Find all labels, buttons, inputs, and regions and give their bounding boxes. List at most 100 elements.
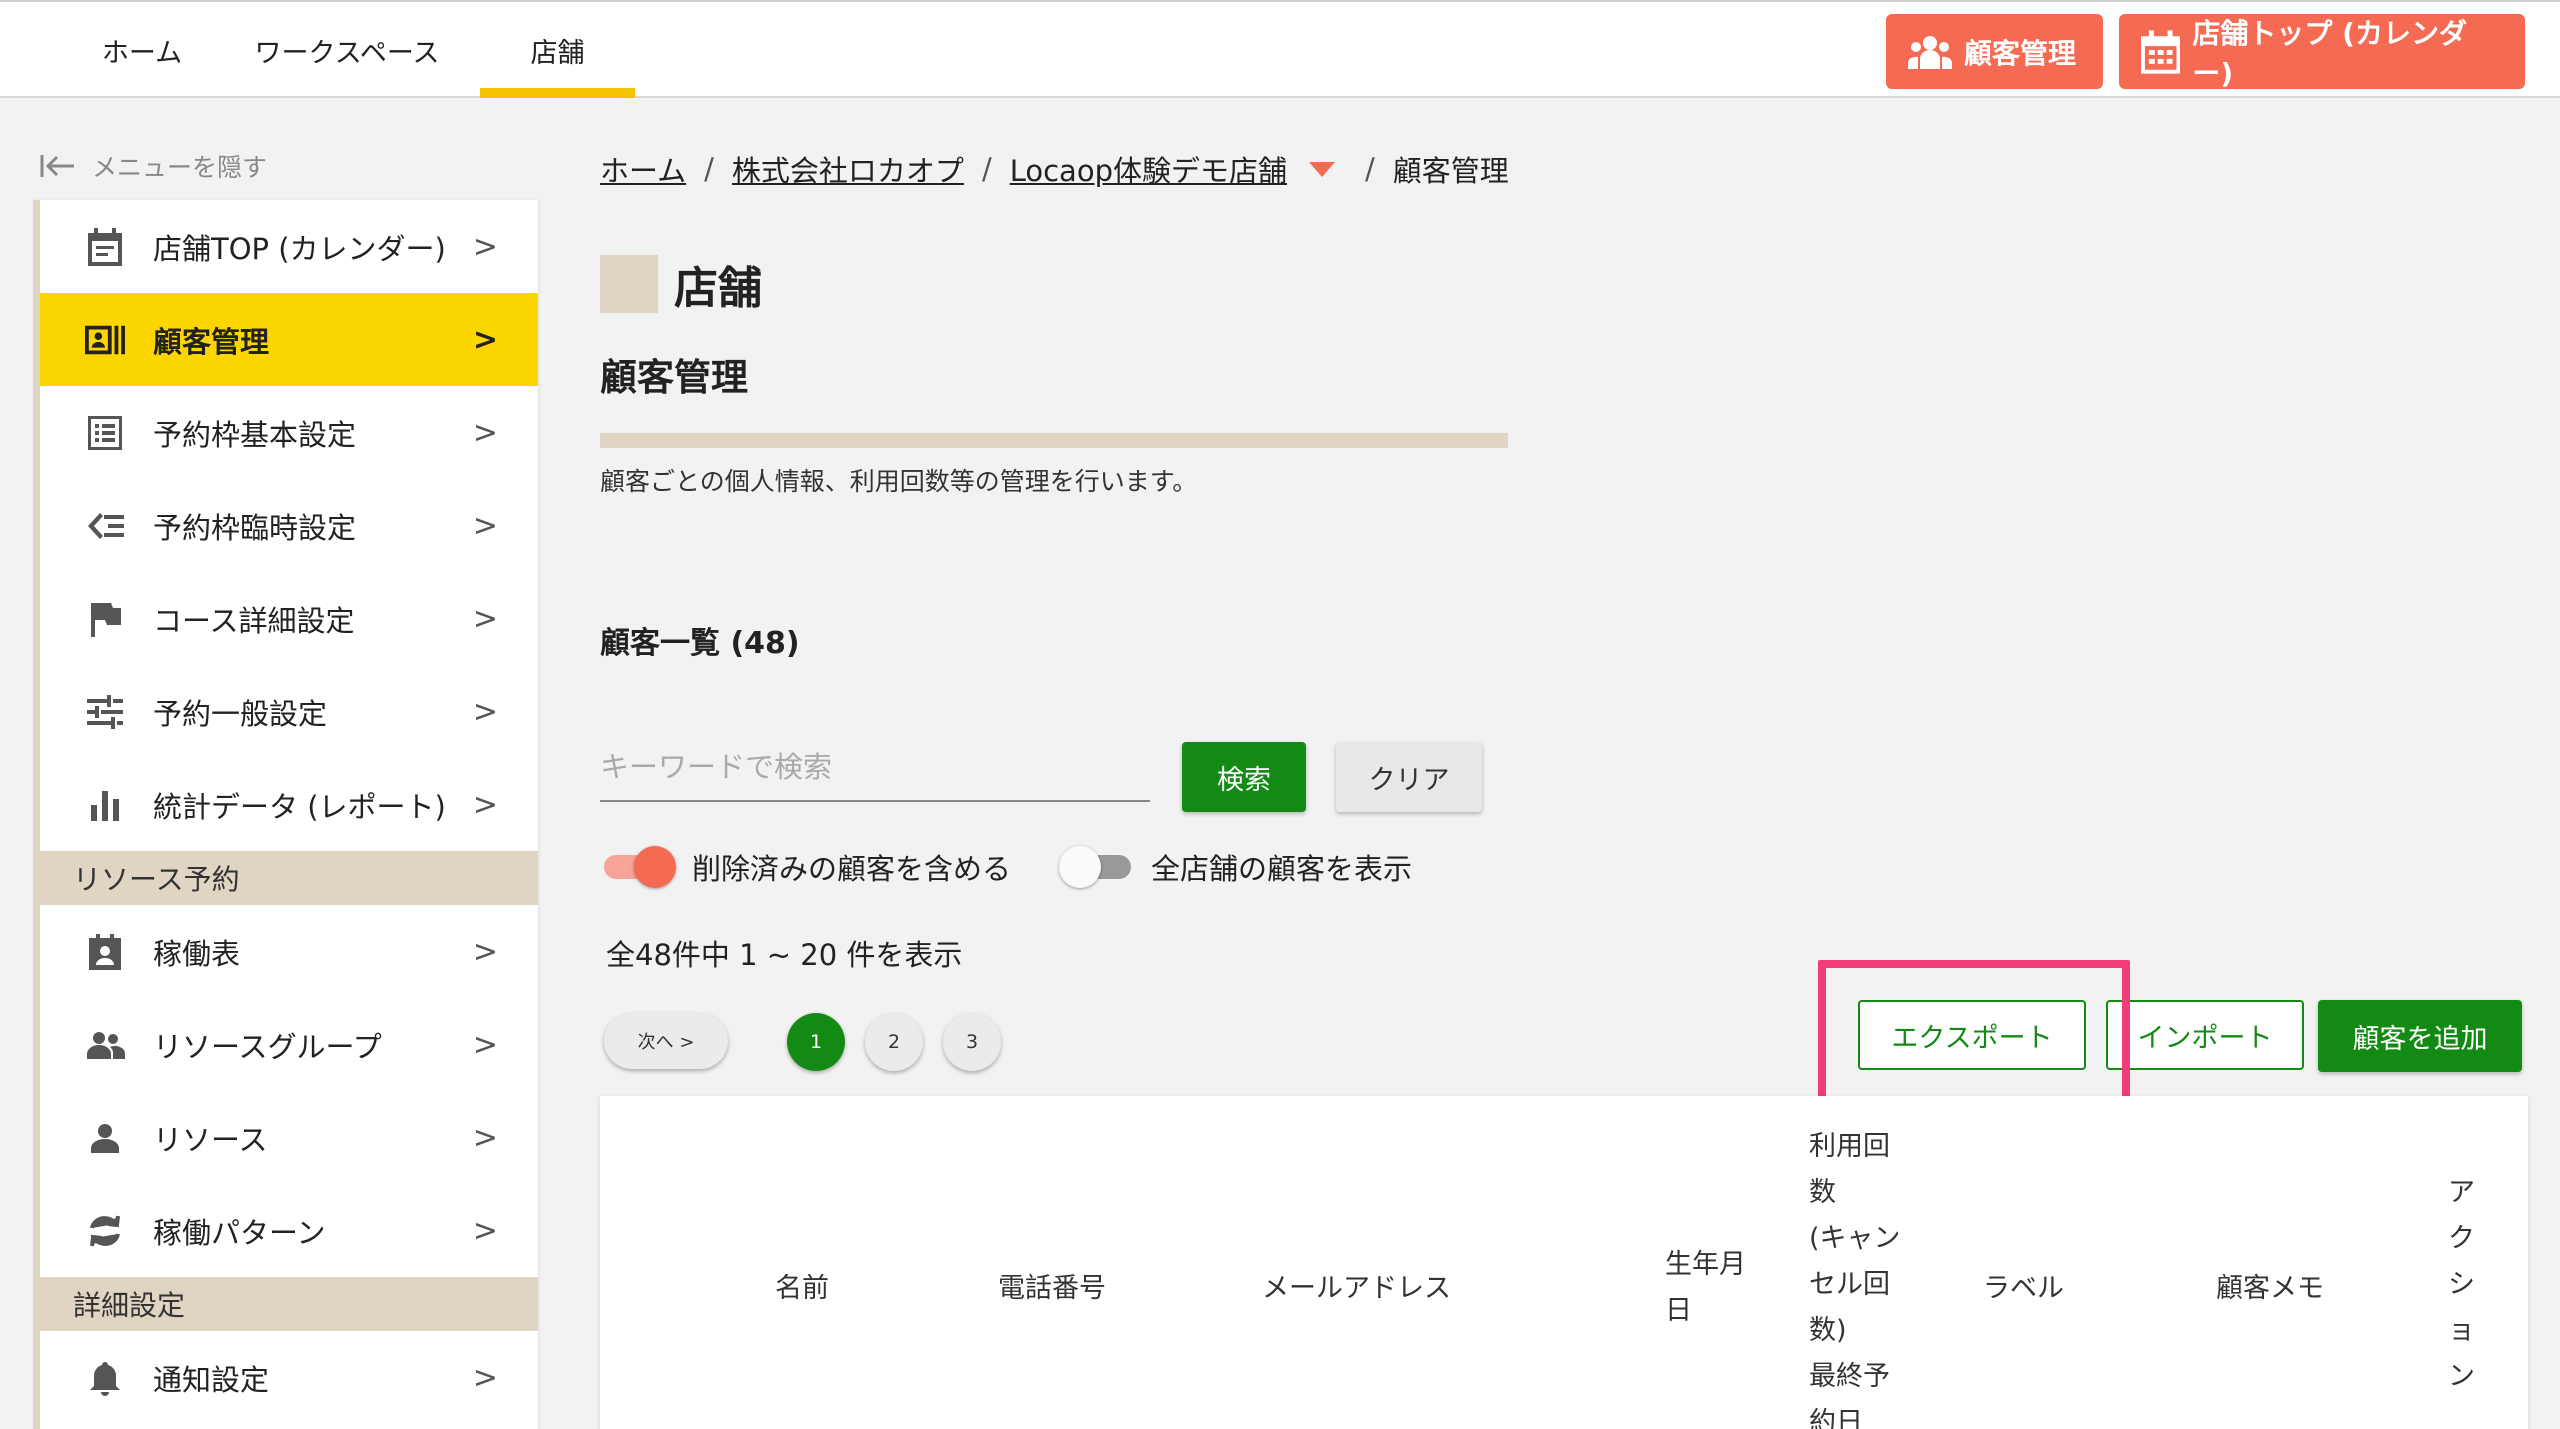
sidebar-item-store-top[interactable]: 店舗TOP (カレンダー) > bbox=[40, 200, 538, 293]
filter-toggles: 削除済みの顧客を含める 全店舗の顧客を表示 bbox=[600, 845, 1412, 889]
assignment-icon bbox=[85, 932, 125, 972]
tab-home[interactable]: ホーム bbox=[72, 2, 212, 98]
sidebar-item-course-settings[interactable]: コース詳細設定 > bbox=[40, 572, 538, 665]
page-3-button[interactable]: 3 bbox=[943, 1013, 1001, 1071]
sidebar-item-label: 統計データ (レポート) bbox=[153, 789, 446, 824]
customer-management-label: 顧客管理 bbox=[1964, 36, 2077, 70]
store-top-label: 店舗トップ (カレンダー) bbox=[2192, 16, 2467, 90]
sidebar-item-customer-management[interactable]: 顧客管理 > bbox=[40, 293, 538, 386]
page-title: 顧客管理 bbox=[600, 356, 748, 399]
sidebar-item-resource-group[interactable]: リソースグループ > bbox=[40, 998, 538, 1091]
header-line: ア bbox=[2448, 1177, 2475, 1208]
next-page-button[interactable]: 次へ > bbox=[604, 1013, 728, 1069]
bell-icon bbox=[85, 1358, 125, 1398]
chevron-right-icon: > bbox=[472, 787, 498, 822]
store-heading: 店舗 bbox=[600, 252, 762, 316]
breadcrumb: ホーム / 株式会社ロカオプ / Locaop体験デモ店舗 / 顧客管理 bbox=[600, 148, 1509, 190]
chevron-right-icon: > bbox=[472, 694, 498, 729]
import-button[interactable]: インポート bbox=[2106, 1000, 2304, 1070]
column-header-memo[interactable]: 顧客メモ bbox=[2216, 1266, 2324, 1312]
header-line: 数) bbox=[1809, 1315, 1847, 1346]
header-line: ン bbox=[2448, 1361, 2475, 1392]
header-line: ョ bbox=[2448, 1315, 2475, 1346]
title-divider bbox=[600, 433, 1508, 448]
store-color-swatch bbox=[600, 255, 658, 313]
caret-down-icon[interactable] bbox=[1308, 161, 1335, 177]
breadcrumb-home[interactable]: ホーム bbox=[600, 148, 686, 190]
export-highlight-box bbox=[1818, 960, 2130, 1106]
chevron-right-icon: > bbox=[472, 1360, 498, 1395]
sidebar-item-label: 店舗TOP (カレンダー) bbox=[153, 231, 446, 266]
sidebar-item-work-pattern[interactable]: 稼働パターン > bbox=[40, 1184, 538, 1277]
sidebar-item-general-settings[interactable]: 予約一般設定 > bbox=[40, 665, 538, 758]
include-deleted-label: 削除済みの顧客を含める bbox=[692, 852, 1012, 886]
tab-store[interactable]: 店舗 bbox=[480, 2, 635, 98]
header-line: セル回 bbox=[1809, 1269, 1890, 1300]
sidebar-item-resource[interactable]: リソース > bbox=[40, 1091, 538, 1184]
header-line: 日 bbox=[1665, 1295, 1692, 1326]
chevron-right-icon: > bbox=[472, 322, 498, 357]
chevron-right-icon: > bbox=[472, 1027, 498, 1062]
customer-table: 名前 電話番号 メールアドレス 生年月 日 利用回 数 (キャン セル回 数) … bbox=[600, 1096, 2528, 1429]
flag-icon bbox=[85, 599, 125, 639]
breadcrumb-company[interactable]: 株式会社ロカオプ bbox=[732, 148, 964, 190]
breadcrumb-store[interactable]: Locaop体験デモ店舗 bbox=[1010, 148, 1287, 190]
calendar-icon bbox=[2141, 29, 2181, 74]
sidebar-item-label: 稼働表 bbox=[153, 936, 241, 971]
store-top-calendar-button[interactable]: 店舗トップ (カレンダー) bbox=[2119, 14, 2525, 90]
header-line: シ bbox=[2448, 1269, 2475, 1300]
chevron-right-icon: > bbox=[472, 601, 498, 636]
sidebar-item-notification-settings[interactable]: 通知設定 > bbox=[40, 1331, 538, 1424]
header-line: 数 bbox=[1809, 1177, 1836, 1208]
all-stores-toggle[interactable] bbox=[1059, 845, 1135, 889]
sidebar-item-work-table[interactable]: 稼働表 > bbox=[40, 905, 538, 998]
header-line: 最終予 bbox=[1809, 1361, 1890, 1392]
include-deleted-toggle[interactable] bbox=[600, 845, 676, 889]
group-icon bbox=[1908, 35, 1952, 69]
sidebar-item-label: 予約一般設定 bbox=[153, 696, 328, 731]
breadcrumb-separator: / bbox=[704, 152, 714, 186]
sidebar-item-label: 通知設定 bbox=[153, 1362, 270, 1397]
sidebar-item-label: リソースグループ bbox=[153, 1029, 382, 1064]
chevron-right-icon: > bbox=[472, 934, 498, 969]
page-1-button[interactable]: 1 bbox=[787, 1013, 845, 1071]
keyword-search-input[interactable] bbox=[600, 740, 1150, 802]
sidebar-item-label: 顧客管理 bbox=[153, 324, 270, 359]
search-button[interactable]: 検索 bbox=[1182, 742, 1306, 812]
column-header-email[interactable]: メールアドレス bbox=[1262, 1266, 1451, 1312]
toggle-knob bbox=[1059, 846, 1102, 888]
column-header-phone[interactable]: 電話番号 bbox=[998, 1266, 1106, 1312]
breadcrumb-current: 顧客管理 bbox=[1392, 154, 1509, 188]
customer-list-title: 顧客一覧 (48) bbox=[600, 626, 800, 661]
add-customer-button[interactable]: 顧客を追加 bbox=[2318, 1000, 2522, 1072]
clear-button[interactable]: クリア bbox=[1336, 742, 1482, 812]
contact-card-icon bbox=[85, 320, 125, 360]
chevron-right-icon: > bbox=[472, 1120, 498, 1155]
page-description: 顧客ごとの個人情報、利用回数等の管理を行います。 bbox=[600, 467, 1198, 496]
calendar-icon bbox=[85, 227, 125, 267]
all-stores-label: 全店舗の顧客を表示 bbox=[1151, 852, 1413, 886]
header-line: (キャン bbox=[1809, 1223, 1901, 1254]
page-2-button[interactable]: 2 bbox=[865, 1013, 923, 1071]
sidebar-section-detail: 詳細設定 bbox=[40, 1277, 538, 1331]
list-icon bbox=[85, 413, 125, 453]
sidebar-item-slot-basic-settings[interactable]: 予約枠基本設定 > bbox=[40, 386, 538, 479]
column-header-name[interactable]: 名前 bbox=[775, 1266, 829, 1312]
chevron-right-icon: > bbox=[472, 1213, 498, 1248]
sidebar-item-statistics[interactable]: 統計データ (レポート) > bbox=[40, 758, 538, 851]
sidebar-item-label: リソース bbox=[153, 1122, 268, 1157]
chevron-right-icon: > bbox=[472, 229, 498, 264]
column-header-action[interactable]: ア ク シ ョ ン bbox=[2448, 1170, 2475, 1400]
column-header-usage-count[interactable]: 利用回 数 (キャン セル回 数) 最終予 約日 bbox=[1809, 1124, 1901, 1429]
chevron-right-icon: > bbox=[472, 415, 498, 450]
column-header-label[interactable]: ラベル bbox=[1983, 1266, 2064, 1312]
customer-management-button[interactable]: 顧客管理 bbox=[1886, 14, 2103, 89]
sidebar-item-slot-temp-settings[interactable]: 予約枠臨時設定 > bbox=[40, 479, 538, 572]
column-header-birthday[interactable]: 生年月 日 bbox=[1665, 1242, 1746, 1334]
tab-workspace[interactable]: ワークスペース bbox=[232, 2, 462, 98]
person-icon bbox=[85, 1118, 125, 1158]
sync-icon bbox=[85, 1211, 125, 1251]
header-line: ク bbox=[2448, 1223, 2475, 1254]
hide-menu-button[interactable]: メニューを隠す bbox=[40, 148, 267, 184]
header-line: 利用回 bbox=[1809, 1131, 1890, 1162]
